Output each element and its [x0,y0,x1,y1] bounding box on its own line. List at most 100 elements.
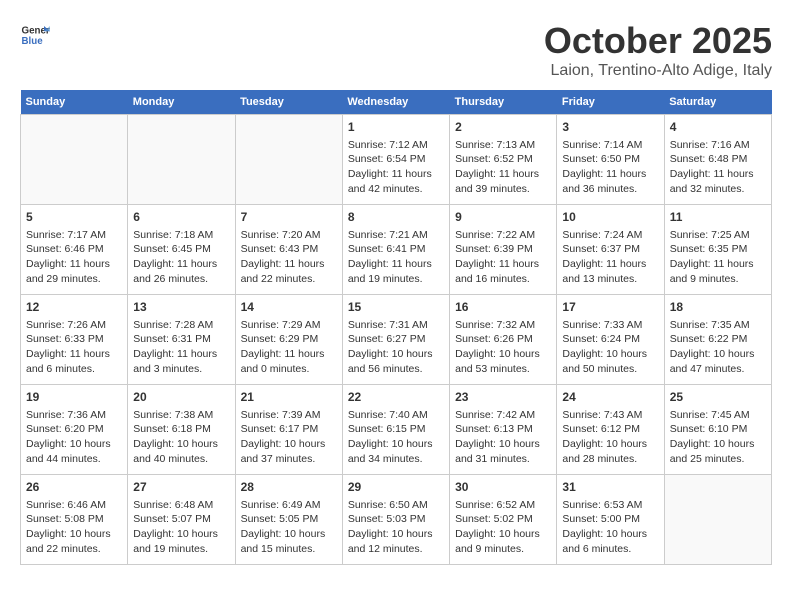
day-content: Daylight: 10 hours and 9 minutes. [455,527,551,556]
day-content: Sunset: 6:33 PM [26,332,122,347]
calendar-cell: 18Sunrise: 7:35 AMSunset: 6:22 PMDayligh… [664,295,771,385]
day-content: Sunrise: 7:20 AM [241,228,337,243]
day-number: 4 [670,119,766,136]
day-content: Daylight: 11 hours and 32 minutes. [670,167,766,196]
day-content: Daylight: 11 hours and 3 minutes. [133,347,229,376]
day-content: Sunrise: 7:25 AM [670,228,766,243]
calendar-cell: 15 Sunrise: 7:31 AMSunset: 6:27 PMDayligh… [342,295,449,385]
day-content: Sunset: 6:46 PM [26,242,122,257]
calendar-cell: 30Sunrise: 6:52 AMSunset: 5:02 PMDayligh… [450,475,557,565]
calendar-cell: 14Sunrise: 7:29 AMSunset: 6:29 PMDayligh… [235,295,342,385]
calendar-cell [664,475,771,565]
day-number: 26 [26,479,122,496]
day-content: Sunset: 6:15 PM [348,422,444,437]
day-content: Sunrise: 7:13 AM [455,138,551,153]
week-row-5: 26Sunrise: 6:46 AMSunset: 5:08 PMDayligh… [21,475,772,565]
day-header-wednesday: Wednesday [342,90,449,115]
day-content: Daylight: 11 hours and 42 minutes. [348,167,444,196]
day-content: Sunset: 5:07 PM [133,512,229,527]
svg-text:Blue: Blue [22,36,44,47]
day-content: Sunrise: 7:12 AM [348,138,444,153]
week-row-2: 5Sunrise: 7:17 AMSunset: 6:46 PMDaylight… [21,205,772,295]
calendar-cell: 26Sunrise: 6:46 AMSunset: 5:08 PMDayligh… [21,475,128,565]
day-content: Sunset: 6:31 PM [133,332,229,347]
calendar-cell [21,115,128,205]
calendar-cell: 27Sunrise: 6:48 AMSunset: 5:07 PMDayligh… [128,475,235,565]
day-content: Sunset: 6:43 PM [241,242,337,257]
calendar-cell: 19Sunrise: 7:36 AMSunset: 6:20 PMDayligh… [21,385,128,475]
day-number: 15 [348,299,444,316]
day-content: Daylight: 10 hours and 31 minutes. [455,437,551,466]
day-number: 19 [26,389,122,406]
day-content: Sunset: 6:10 PM [670,422,766,437]
day-number: 11 [670,209,766,226]
day-content: Sunrise: 7:43 AM [562,408,658,423]
day-header-tuesday: Tuesday [235,90,342,115]
day-content: Sunrise: 7:45 AM [670,408,766,423]
day-content: Daylight: 10 hours and 56 minutes. [348,347,444,376]
day-content: Daylight: 11 hours and 39 minutes. [455,167,551,196]
day-content: Sunrise: 6:48 AM [133,498,229,513]
day-content: Sunset: 6:26 PM [455,332,551,347]
calendar-cell [128,115,235,205]
day-content: Sunset: 6:22 PM [670,332,766,347]
day-content: Sunrise: 7:33 AM [562,318,658,333]
calendar-cell: 3Sunrise: 7:14 AMSunset: 6:50 PMDaylight… [557,115,664,205]
day-header-thursday: Thursday [450,90,557,115]
day-number: 29 [348,479,444,496]
day-content: Sunrise: 7:31 AM [348,318,444,333]
day-number: 17 [562,299,658,316]
day-content: Sunrise: 6:52 AM [455,498,551,513]
day-content: Daylight: 11 hours and 26 minutes. [133,257,229,286]
day-number: 31 [562,479,658,496]
day-content: Sunset: 5:03 PM [348,512,444,527]
day-content: Sunset: 6:52 PM [455,152,551,167]
calendar-cell: 1Sunrise: 7:12 AMSunset: 6:54 PMDaylight… [342,115,449,205]
day-content: Daylight: 10 hours and 44 minutes. [26,437,122,466]
day-content: Daylight: 10 hours and 40 minutes. [133,437,229,466]
day-content: Sunset: 6:29 PM [241,332,337,347]
day-content: Sunrise: 7:26 AM [26,318,122,333]
day-number: 23 [455,389,551,406]
day-content: Daylight: 10 hours and 53 minutes. [455,347,551,376]
calendar-cell: 9Sunrise: 7:22 AMSunset: 6:39 PMDaylight… [450,205,557,295]
day-number: 5 [26,209,122,226]
day-number: 7 [241,209,337,226]
day-number: 25 [670,389,766,406]
calendar-cell: 6Sunrise: 7:18 AMSunset: 6:45 PMDaylight… [128,205,235,295]
week-row-4: 19Sunrise: 7:36 AMSunset: 6:20 PMDayligh… [21,385,772,475]
day-content: Daylight: 11 hours and 22 minutes. [241,257,337,286]
day-content: Sunset: 6:18 PM [133,422,229,437]
logo: General Blue [20,20,50,50]
day-number: 27 [133,479,229,496]
calendar-cell: 31Sunrise: 6:53 AMSunset: 5:00 PMDayligh… [557,475,664,565]
day-number: 9 [455,209,551,226]
day-content: Daylight: 11 hours and 16 minutes. [455,257,551,286]
day-content: Daylight: 10 hours and 22 minutes. [26,527,122,556]
calendar-cell: 17Sunrise: 7:33 AMSunset: 6:24 PMDayligh… [557,295,664,385]
day-content: Sunset: 6:12 PM [562,422,658,437]
day-content: Daylight: 11 hours and 13 minutes. [562,257,658,286]
day-content: Sunrise: 7:42 AM [455,408,551,423]
day-content: Daylight: 10 hours and 15 minutes. [241,527,337,556]
day-content: Sunset: 6:27 PM [348,332,444,347]
day-number: 30 [455,479,551,496]
day-content: Sunrise: 7:38 AM [133,408,229,423]
day-content: Daylight: 10 hours and 6 minutes. [562,527,658,556]
day-content: Sunset: 6:50 PM [562,152,658,167]
calendar-cell: 24Sunrise: 7:43 AMSunset: 6:12 PMDayligh… [557,385,664,475]
day-header-monday: Monday [128,90,235,115]
day-content: Sunset: 6:37 PM [562,242,658,257]
day-number: 22 [348,389,444,406]
day-content: Sunrise: 7:28 AM [133,318,229,333]
title-section: October 2025 Laion, Trentino-Alto Adige,… [544,20,772,80]
day-content: Sunset: 6:41 PM [348,242,444,257]
day-header-saturday: Saturday [664,90,771,115]
calendar-cell: 22Sunrise: 7:40 AMSunset: 6:15 PMDayligh… [342,385,449,475]
calendar-cell [235,115,342,205]
calendar-cell: 13Sunrise: 7:28 AMSunset: 6:31 PMDayligh… [128,295,235,385]
day-content: Daylight: 10 hours and 50 minutes. [562,347,658,376]
week-row-3: 12Sunrise: 7:26 AMSunset: 6:33 PMDayligh… [21,295,772,385]
day-number: 24 [562,389,658,406]
day-content: Daylight: 10 hours and 12 minutes. [348,527,444,556]
